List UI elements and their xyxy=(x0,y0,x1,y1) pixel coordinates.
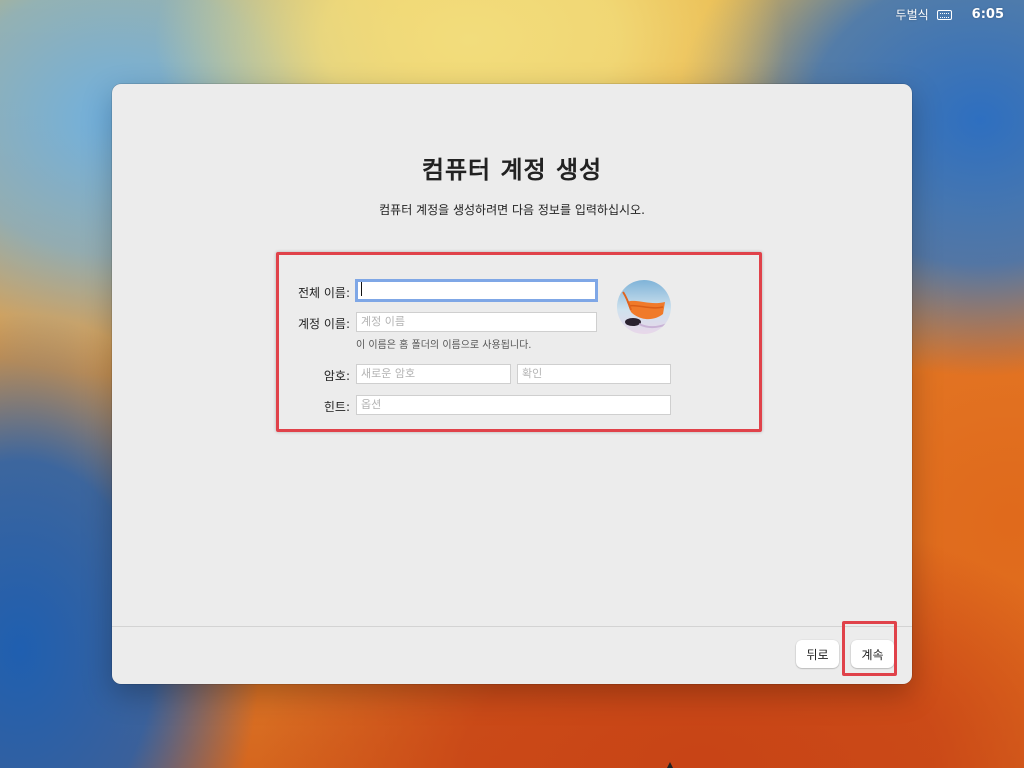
input-source-label[interactable]: 두벌식 xyxy=(896,6,929,23)
hint-label: 힌트: xyxy=(323,400,350,414)
avatar-image-icon xyxy=(617,280,671,334)
account-name-label: 계정 이름: xyxy=(297,317,350,331)
password-label: 암호: xyxy=(323,369,350,383)
footer-divider xyxy=(112,626,912,627)
account-name-note: 이 이름은 홈 폴더의 이름으로 사용됩니다. xyxy=(356,340,532,351)
page-subtitle: 컴퓨터 계정을 생성하려면 다음 정보를 입력하십시오. xyxy=(379,203,645,217)
full-name-label: 전체 이름: xyxy=(297,286,350,300)
verify-password-input[interactable]: 확인 xyxy=(517,364,671,384)
keyboard-icon[interactable] xyxy=(936,9,952,20)
menu-bar-status: 두벌식 6:05 xyxy=(896,6,1004,23)
full-name-input[interactable] xyxy=(355,279,598,302)
account-name-input[interactable]: 계정 이름 xyxy=(356,312,597,332)
menu-bar: 두벌식 6:05 xyxy=(0,0,1024,28)
user-avatar[interactable] xyxy=(617,280,671,334)
back-button[interactable]: 뒤로 xyxy=(796,640,839,668)
page-title: 컴퓨터 계정 생성 xyxy=(421,156,603,184)
continue-highlight-box xyxy=(842,621,897,676)
mouse-pointer-icon xyxy=(667,762,673,768)
text-caret xyxy=(361,282,362,296)
password-input[interactable]: 새로운 암호 xyxy=(356,364,511,384)
setup-assistant-window: 컴퓨터 계정 생성 컴퓨터 계정을 생성하려면 다음 정보를 입력하십시오. 전… xyxy=(112,84,912,684)
hint-input[interactable]: 옵션 xyxy=(356,395,671,415)
clock[interactable]: 6:05 xyxy=(972,7,1004,22)
